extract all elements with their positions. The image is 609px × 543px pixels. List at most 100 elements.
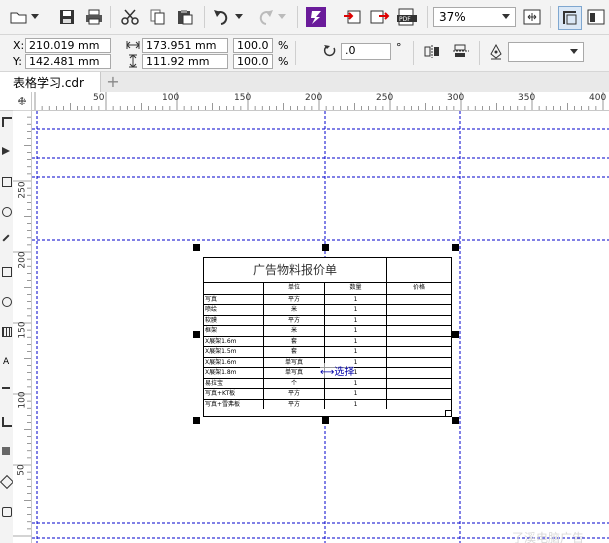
- horizontal-ruler[interactable]: 50 100 150 200 250 300 350 400: [0, 92, 609, 111]
- vertical-ruler[interactable]: 250 200 150 100 50: [13, 110, 32, 543]
- table-cell[interactable]: 1: [325, 389, 387, 399]
- table-tool-icon[interactable]: [2, 327, 12, 337]
- table-cell[interactable]: 个: [264, 378, 325, 388]
- copy-icon[interactable]: [147, 6, 169, 28]
- table-cell[interactable]: 软膜: [204, 315, 264, 325]
- table-cell[interactable]: 1: [325, 326, 387, 336]
- table-cell[interactable]: [387, 337, 451, 347]
- import-icon[interactable]: [342, 6, 364, 28]
- price-table[interactable]: 广告物料报价单 单位 数量 价格 写真 平方 1 喷绘米 1 软膜 平方 1 框架米 1 X展架1.6m 套…: [203, 257, 452, 417]
- table-cell[interactable]: 平方: [264, 315, 325, 325]
- undo-icon[interactable]: [211, 6, 233, 28]
- selection-handle[interactable]: [452, 244, 459, 251]
- width-field[interactable]: 173.951 mm: [142, 38, 228, 53]
- table-cell[interactable]: 写真+KT板: [204, 389, 264, 399]
- table-cell[interactable]: 1: [325, 347, 387, 357]
- save-icon[interactable]: [56, 6, 78, 28]
- table-cell[interactable]: 平方: [264, 389, 325, 399]
- table-cell[interactable]: [387, 358, 451, 368]
- x-position-field[interactable]: 210.019 mm: [25, 38, 111, 53]
- zoom-tool-icon[interactable]: [2, 207, 12, 217]
- ruler-origin-icon[interactable]: [13, 92, 32, 110]
- scale-height-field[interactable]: 100.0: [233, 54, 273, 69]
- table-cell[interactable]: 1: [325, 315, 387, 325]
- table-cell[interactable]: 1: [325, 399, 387, 409]
- zoom-level-combo[interactable]: 37%: [433, 7, 516, 27]
- selection-handle[interactable]: [452, 331, 459, 338]
- drawing-canvas[interactable]: 广告物料报价单 单位 数量 价格 写真 平方 1 喷绘米 1 软膜 平方 1 框架米 1 X展架1.6m 套…: [32, 111, 609, 543]
- table-cell[interactable]: 1: [325, 305, 387, 315]
- table-cell[interactable]: [387, 389, 451, 399]
- table-cell[interactable]: 1: [325, 378, 387, 388]
- table-cell[interactable]: 框架: [204, 326, 264, 336]
- rotation-angle-field[interactable]: .0: [341, 43, 391, 60]
- table-cell[interactable]: 平方: [264, 399, 325, 409]
- text-tool-icon[interactable]: A: [3, 357, 9, 367]
- table-cell[interactable]: [204, 283, 264, 294]
- export-icon[interactable]: [369, 6, 391, 28]
- table-cell[interactable]: [387, 400, 451, 410]
- selection-handle[interactable]: [193, 331, 200, 338]
- publish-pdf-icon[interactable]: PDF: [396, 6, 418, 28]
- dimension-tool-icon[interactable]: [2, 387, 10, 389]
- crop-tool-icon[interactable]: [2, 177, 12, 187]
- options-icon[interactable]: [585, 6, 607, 28]
- table-cell[interactable]: 单写真: [264, 368, 325, 378]
- selection-handle[interactable]: [193, 417, 200, 424]
- add-tab-button[interactable]: +: [104, 73, 122, 91]
- table-cell[interactable]: 1: [325, 294, 387, 304]
- scale-width-field[interactable]: 100.0: [233, 38, 273, 53]
- table-cell[interactable]: 米: [264, 326, 325, 336]
- open-dropdown-icon[interactable]: [30, 6, 40, 28]
- table-resize-handle[interactable]: [445, 410, 452, 417]
- rectangle-tool-icon[interactable]: [2, 267, 12, 277]
- print-icon[interactable]: [83, 6, 105, 28]
- table-cell[interactable]: [387, 305, 451, 315]
- full-screen-icon[interactable]: [521, 6, 543, 28]
- selection-handle[interactable]: [193, 244, 200, 251]
- redo-icon[interactable]: [254, 6, 276, 28]
- tab-document[interactable]: 表格学习.cdr: [0, 72, 101, 92]
- pick-tool-icon[interactable]: [2, 117, 12, 127]
- table-cell[interactable]: [387, 326, 451, 336]
- table-cell[interactable]: [387, 368, 451, 378]
- paste-icon[interactable]: [174, 6, 196, 28]
- table-cell[interactable]: 1: [325, 336, 387, 346]
- eyedropper-tool-icon[interactable]: [2, 507, 12, 517]
- table-cell[interactable]: 单位: [264, 283, 325, 294]
- table-cell[interactable]: 数量: [325, 283, 387, 294]
- table-cell[interactable]: X展架1.5m: [204, 347, 264, 357]
- freehand-tool-icon[interactable]: [2, 234, 10, 242]
- outline-pen-icon[interactable]: [489, 43, 503, 63]
- table-cell[interactable]: 平方: [264, 294, 325, 304]
- table-cell[interactable]: 写真+雪弗板: [204, 399, 264, 409]
- table-cell[interactable]: 套: [264, 336, 325, 346]
- table-cell[interactable]: 易拉宝: [204, 378, 264, 388]
- open-folder-icon[interactable]: [8, 6, 30, 28]
- table-cell[interactable]: [387, 379, 451, 389]
- ellipse-tool-icon[interactable]: [2, 297, 12, 307]
- table-cell[interactable]: [387, 347, 451, 357]
- y-position-field[interactable]: 142.481 mm: [25, 54, 111, 69]
- height-field[interactable]: 111.92 mm: [142, 54, 228, 69]
- corel-connect-icon[interactable]: [305, 6, 327, 28]
- redo-dropdown-icon[interactable]: [277, 6, 287, 28]
- table-cell[interactable]: 喷绘: [204, 305, 264, 315]
- selection-handle[interactable]: [322, 244, 329, 251]
- mirror-horizontal-icon[interactable]: [424, 44, 440, 61]
- table-cell[interactable]: [387, 295, 451, 305]
- table-cell[interactable]: 价格: [387, 283, 451, 294]
- snap-to-icon[interactable]: [558, 6, 582, 30]
- interactive-fill-icon[interactable]: [0, 474, 15, 490]
- cut-icon[interactable]: [119, 6, 141, 28]
- mirror-vertical-icon[interactable]: [453, 44, 469, 61]
- table-cell[interactable]: [387, 316, 451, 326]
- table-cell[interactable]: X展架1.6m: [204, 357, 264, 367]
- outline-width-combo[interactable]: [508, 42, 584, 62]
- selection-handle[interactable]: [452, 417, 459, 424]
- table-cell[interactable]: 米: [264, 305, 325, 315]
- undo-dropdown-icon[interactable]: [234, 6, 244, 28]
- table-cell[interactable]: X展架1.6m: [204, 336, 264, 346]
- table-cell[interactable]: 套: [264, 347, 325, 357]
- fill-tool-icon[interactable]: [2, 447, 10, 455]
